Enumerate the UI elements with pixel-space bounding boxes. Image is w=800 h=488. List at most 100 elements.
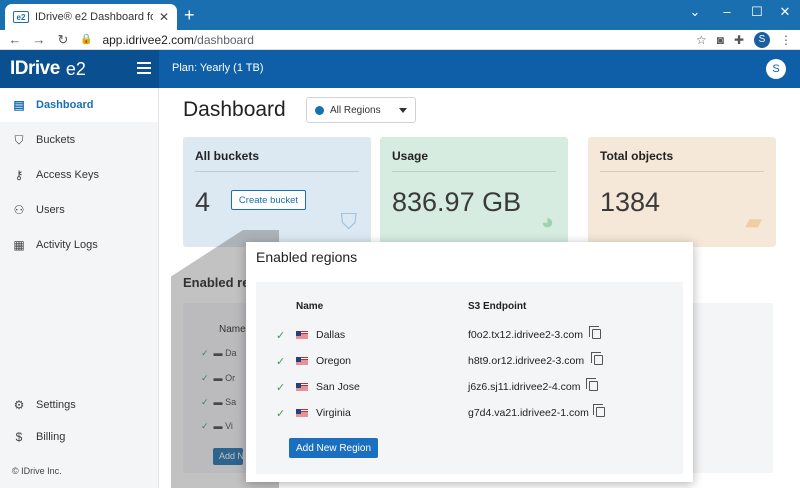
region-endpoint: h8t9.or12.idrivee2-3.com <box>468 355 585 367</box>
region-name: San Jose <box>316 381 360 393</box>
browser-tab[interactable]: e2 IDrive® e2 Dashboard for cloud ✕ <box>5 4 177 30</box>
address-bar: ← → ↻ 🔒 app.idrivee2.com/dashboard ☆ ◙ ✚… <box>0 30 800 50</box>
bookmark-star-icon[interactable]: ☆ <box>696 33 707 47</box>
table-row: ✓ San Jose j6z6.sj11.idrivee2-4.com <box>256 378 683 398</box>
card-value: 4 <box>195 187 211 217</box>
bucket-icon: ⛉ <box>14 132 24 147</box>
favicon-icon: e2 <box>13 11 29 23</box>
extensions-icon[interactable]: ✚ <box>734 33 744 47</box>
sidebar-item-label: Access Keys <box>36 169 99 181</box>
forward-icon[interactable]: → <box>32 32 46 47</box>
back-icon[interactable]: ← <box>8 32 22 47</box>
copy-icon[interactable] <box>586 378 598 391</box>
tab-close-icon[interactable]: ✕ <box>159 10 169 24</box>
region-endpoint: f0o2.tx12.idrivee2-3.com <box>468 329 583 341</box>
copyright: © IDrive Inc. <box>12 466 62 476</box>
logo-text: IDrive <box>10 58 60 79</box>
key-icon: ⚷ <box>14 168 24 182</box>
dollar-icon: $ <box>15 430 23 444</box>
sidebar-item-billing[interactable]: $ Billing <box>0 420 158 454</box>
region-select[interactable]: All Regions <box>306 97 416 123</box>
browser-profile-avatar[interactable]: S <box>754 31 770 48</box>
document-icon: ▦ <box>13 238 25 252</box>
sidebar-item-access-keys[interactable]: ⚷ Access Keys <box>0 158 158 192</box>
sidebar-item-label: Settings <box>36 399 76 411</box>
card-value: 836.97 GB <box>392 187 522 217</box>
url-field[interactable]: app.idrivee2.com/dashboard <box>102 33 685 47</box>
reload-icon[interactable]: ↻ <box>56 32 70 48</box>
hamburger-menu-icon[interactable] <box>137 62 151 74</box>
column-header-name: Name <box>296 301 324 312</box>
sidebar-item-activity-logs[interactable]: ▦ Activity Logs <box>0 228 158 262</box>
browser-tab-bar: e2 IDrive® e2 Dashboard for cloud ✕ + ⌄ … <box>0 0 800 30</box>
card-title: Usage <box>392 149 429 163</box>
url-host: app.idrivee2.com <box>102 32 194 47</box>
caret-down-icon <box>399 107 407 113</box>
plan-label: Plan: Yearly (1 TB) <box>172 62 264 74</box>
region-name: Virginia <box>316 407 351 419</box>
user-icon: ⚇ <box>13 203 25 217</box>
region-select-value: All Regions <box>330 104 381 116</box>
tab-search-icon[interactable]: ⌄ <box>680 4 710 20</box>
logo[interactable]: IDrive e2 <box>0 50 159 88</box>
sidebar-item-buckets[interactable]: ⛉ Buckets <box>0 123 158 157</box>
check-icon: ✓ <box>276 408 286 420</box>
minimize-icon[interactable]: – <box>712 4 742 19</box>
globe-icon <box>315 105 324 115</box>
us-flag-icon <box>296 331 308 339</box>
bucket-icon: ⛉ <box>340 209 357 234</box>
tab-title: IDrive® e2 Dashboard for cloud <box>35 11 153 23</box>
enabled-regions-callout: Enabled regions Name S3 Endpoint ✓ Dalla… <box>246 242 693 482</box>
lock-icon[interactable]: 🔒 <box>80 34 92 45</box>
copy-icon[interactable] <box>593 404 605 417</box>
region-endpoint: j6z6.sj11.idrivee2-4.com <box>468 381 581 393</box>
browser-menu-icon[interactable]: ⋮ <box>780 33 792 47</box>
pie-chart-icon: ◕ <box>540 209 554 234</box>
sidebar-item-label: Activity Logs <box>36 239 98 251</box>
dashboard-icon: ▤ <box>13 98 25 112</box>
create-bucket-button[interactable]: Create bucket <box>231 190 306 210</box>
popup-title: Enabled regions <box>256 249 358 265</box>
card-total-objects: Total objects 1384 ▰ <box>588 137 776 247</box>
sidebar-item-label: Buckets <box>36 134 76 146</box>
card-divider <box>392 171 556 172</box>
sidebar-item-users[interactable]: ⚇ Users <box>0 193 158 227</box>
region-endpoint: g7d4.va21.idrivee2-1.com <box>468 407 589 419</box>
camera-icon[interactable]: ◙ <box>717 33 724 47</box>
new-tab-icon[interactable]: + <box>184 6 195 24</box>
url-path: /dashboard <box>193 32 254 47</box>
column-header-endpoint: S3 Endpoint <box>468 301 527 312</box>
sidebar-item-settings[interactable]: ⚙ Settings <box>0 388 158 422</box>
us-flag-icon <box>296 409 308 417</box>
sidebar-item-label: Billing <box>36 431 66 443</box>
sidebar-item-label: Users <box>36 204 65 216</box>
gear-icon: ⚙ <box>13 398 25 412</box>
maximize-icon[interactable]: ☐ <box>742 4 772 20</box>
table-row: ✓ Oregon h8t9.or12.idrivee2-3.com <box>256 352 683 372</box>
table-row: ✓ Dallas f0o2.tx12.idrivee2-3.com <box>256 326 683 346</box>
check-icon: ✓ <box>276 382 286 394</box>
user-avatar[interactable]: S <box>766 59 786 79</box>
regions-table: Name S3 Endpoint ✓ Dallas f0o2.tx12.idri… <box>256 282 683 474</box>
card-usage: Usage 836.97 GB ◕ <box>380 137 568 247</box>
check-icon: ✓ <box>276 330 286 342</box>
table-row: ✓ Virginia g7d4.va21.idrivee2-1.com <box>256 404 683 424</box>
logo-suffix: e2 <box>65 58 86 79</box>
card-title: All buckets <box>195 149 260 163</box>
app-header: IDrive e2 Plan: Yearly (1 TB) S <box>0 50 800 88</box>
check-icon: ✓ <box>276 356 286 368</box>
card-divider <box>600 171 764 172</box>
us-flag-icon <box>296 383 308 391</box>
copy-icon[interactable] <box>591 352 603 365</box>
add-new-region-button[interactable]: Add New Region <box>289 438 378 458</box>
sidebar-item-dashboard[interactable]: ▤ Dashboard <box>0 88 158 122</box>
copy-icon[interactable] <box>589 326 601 339</box>
card-divider <box>195 171 359 172</box>
us-flag-icon <box>296 357 308 365</box>
card-value: 1384 <box>600 187 661 217</box>
sidebar-item-label: Dashboard <box>36 99 94 111</box>
window-close-icon[interactable]: ✕ <box>770 4 800 20</box>
sidebar: ▤ Dashboard ⛉ Buckets ⚷ Access Keys ⚇ Us… <box>0 88 159 488</box>
region-name: Oregon <box>316 355 352 367</box>
page-title: Dashboard <box>183 98 286 121</box>
